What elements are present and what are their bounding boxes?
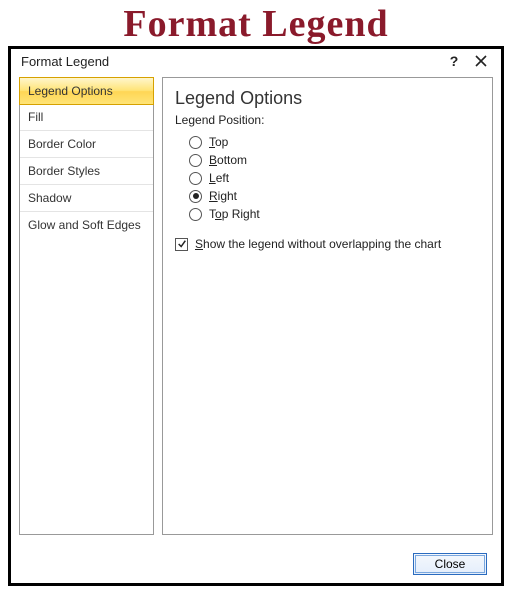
pane-subhead: Legend Position:	[175, 113, 480, 127]
radio-label-topright: Top Right	[209, 207, 260, 221]
dialog-title: Format Legend	[21, 54, 445, 69]
options-pane: Legend Options Legend Position: Top Botto…	[162, 77, 493, 535]
position-left[interactable]: Left	[189, 169, 480, 187]
close-icon[interactable]	[463, 55, 491, 67]
radio-left[interactable]	[189, 172, 202, 185]
nav-item-glow-and-soft-edges[interactable]: Glow and Soft Edges	[20, 212, 153, 238]
close-button[interactable]: Close	[413, 553, 487, 575]
overlap-label: Show the legend without overlapping the …	[195, 237, 441, 251]
position-bottom[interactable]: Bottom	[189, 151, 480, 169]
dialog-footer: Close	[413, 553, 487, 575]
dialog-body: Legend OptionsFillBorder ColorBorder Sty…	[11, 73, 501, 581]
nav-item-legend-options[interactable]: Legend Options	[19, 77, 154, 105]
pane-heading: Legend Options	[175, 88, 480, 109]
position-right[interactable]: Right	[189, 187, 480, 205]
titlebar: Format Legend ?	[11, 49, 501, 73]
radio-label-left: Left	[209, 171, 229, 185]
dialog-window: Format Legend ? Legend OptionsFillBorder…	[8, 46, 504, 586]
help-button[interactable]: ?	[445, 53, 463, 69]
page-heading: Format Legend	[0, 0, 512, 46]
nav-item-fill[interactable]: Fill	[20, 104, 153, 131]
position-top[interactable]: Top	[189, 133, 480, 151]
overlap-checkbox[interactable]	[175, 238, 188, 251]
category-nav: Legend OptionsFillBorder ColorBorder Sty…	[19, 77, 154, 535]
nav-item-border-styles[interactable]: Border Styles	[20, 158, 153, 185]
radio-label-bottom: Bottom	[209, 153, 247, 167]
radio-topright[interactable]	[189, 208, 202, 221]
radio-label-top: Top	[209, 135, 228, 149]
nav-item-shadow[interactable]: Shadow	[20, 185, 153, 212]
position-topright[interactable]: Top Right	[189, 205, 480, 223]
nav-item-border-color[interactable]: Border Color	[20, 131, 153, 158]
radio-label-right: Right	[209, 189, 237, 203]
position-radio-group: Top Bottom Left Right Top Right	[175, 133, 480, 223]
radio-top[interactable]	[189, 136, 202, 149]
overlap-checkbox-row[interactable]: Show the legend without overlapping the …	[175, 235, 480, 253]
radio-right[interactable]	[189, 190, 202, 203]
radio-bottom[interactable]	[189, 154, 202, 167]
